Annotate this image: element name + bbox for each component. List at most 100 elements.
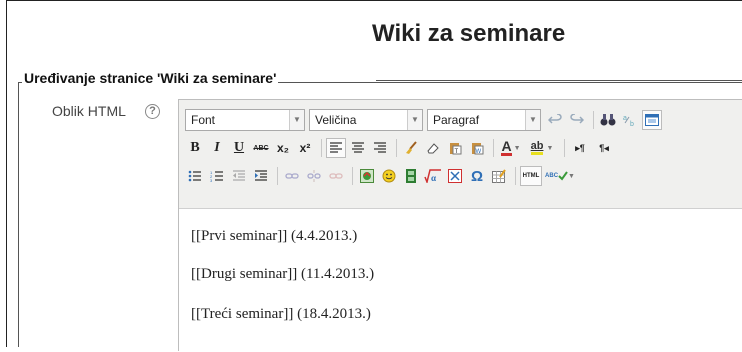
italic-button[interactable]: I <box>207 138 227 158</box>
indent-icon <box>255 170 267 181</box>
indent-button[interactable] <box>251 166 271 186</box>
emoticon-button[interactable] <box>379 166 399 186</box>
chevron-down-icon: ▼ <box>568 172 575 180</box>
chevron-down-icon: ▼ <box>546 144 554 152</box>
anchor-button[interactable] <box>326 166 346 186</box>
toolbar-separator <box>493 139 494 157</box>
paste-text-button[interactable]: T <box>445 138 465 158</box>
bullet-list-button[interactable] <box>185 166 205 186</box>
eraser-icon <box>427 143 439 154</box>
toolbar-row-2: B I U ABC x₂ x² T W A ▼ ab ▼ ▸¶ ¶◂ <box>185 136 617 160</box>
bold-button[interactable]: B <box>185 138 205 158</box>
checkmark-icon <box>558 171 568 181</box>
nonbreaking-button[interactable] <box>445 166 465 186</box>
insert-image-button[interactable] <box>357 166 377 186</box>
unlink-button[interactable] <box>304 166 324 186</box>
chevron-down-icon: ▼ <box>525 110 540 130</box>
replace-button[interactable]: ab <box>620 110 640 130</box>
undo-icon <box>548 114 562 124</box>
svg-text:α: α <box>431 173 436 183</box>
format-select[interactable]: Paragraf ▼ <box>427 109 541 131</box>
toolbar-row-3: 123 α Ω HTML ABC ▼ <box>185 164 578 188</box>
align-right-icon <box>374 142 386 153</box>
svg-text:W: W <box>476 149 482 155</box>
page-title: Wiki za seminare <box>372 20 566 47</box>
table-edit-icon <box>492 169 506 183</box>
toolbar-separator <box>277 167 278 185</box>
editor-content-area[interactable]: [[Prvi seminar]] (4.4.2013.) [[Drugi sem… <box>179 208 742 352</box>
html-source-button[interactable]: HTML <box>520 166 542 186</box>
ltr-button[interactable]: ▸¶ <box>569 138 591 158</box>
font-select-value: Font <box>191 113 216 127</box>
insert-link-button[interactable] <box>282 166 302 186</box>
rtl-button[interactable]: ¶◂ <box>593 138 615 158</box>
paste-word-button[interactable]: W <box>467 138 487 158</box>
find-button[interactable] <box>598 110 618 130</box>
clipboard-icon: T <box>450 143 462 155</box>
unlink-icon <box>307 170 321 182</box>
content-line[interactable]: [[Prvi seminar]] (4.4.2013.) <box>191 228 357 245</box>
font-select[interactable]: Font ▼ <box>185 109 305 131</box>
align-center-button[interactable] <box>348 138 368 158</box>
font-color-icon: A <box>501 138 512 156</box>
insert-media-button[interactable] <box>401 166 421 186</box>
equation-icon: α <box>424 169 441 183</box>
align-left-icon <box>330 142 342 153</box>
undo-button[interactable] <box>545 110 565 130</box>
svg-text:3: 3 <box>210 178 213 182</box>
nonbreaking-icon <box>448 169 462 183</box>
replace-icon: ab <box>623 115 634 127</box>
outdent-icon <box>233 170 245 181</box>
chevron-down-icon: ▼ <box>289 110 304 130</box>
clipboard-word-icon: W <box>472 143 484 155</box>
underline-button[interactable]: U <box>229 138 249 158</box>
numbered-list-button[interactable]: 123 <box>207 166 227 186</box>
field-label: Oblik HTML <box>52 103 126 119</box>
bullet-list-icon <box>188 170 201 182</box>
strikethrough-button[interactable]: ABC <box>251 138 271 158</box>
toolbar-separator <box>396 139 397 157</box>
subscript-button[interactable]: x₂ <box>273 138 293 158</box>
smiley-icon <box>382 169 396 183</box>
svg-text:b: b <box>630 121 634 127</box>
editor-toolbar: Font ▼ Veličina ▼ Paragraf ▼ ab B I U AB… <box>179 100 742 208</box>
chevron-down-icon: ▼ <box>407 110 422 130</box>
redo-button[interactable] <box>567 110 587 130</box>
align-center-icon <box>352 142 364 153</box>
anchor-icon <box>329 173 343 179</box>
window-icon <box>645 114 659 126</box>
highlight-icon: ab <box>530 141 544 155</box>
special-char-button[interactable]: Ω <box>467 166 487 186</box>
broom-icon <box>406 141 417 154</box>
format-select-value: Paragraf <box>433 113 480 127</box>
insert-equation-button[interactable]: α <box>423 166 443 186</box>
image-icon <box>360 169 374 183</box>
size-select[interactable]: Veličina ▼ <box>309 109 423 131</box>
spellcheck-button[interactable]: ABC ▼ <box>544 166 576 186</box>
highlight-color-button[interactable]: ab ▼ <box>526 138 558 158</box>
binoculars-icon <box>600 114 616 126</box>
fieldset-legend: Uređivanje stranice 'Wiki za seminare' <box>22 70 279 86</box>
align-left-button[interactable] <box>326 138 346 158</box>
superscript-button[interactable]: x² <box>295 138 315 158</box>
fullscreen-button[interactable] <box>642 110 662 130</box>
size-select-value: Veličina <box>315 113 357 127</box>
outdent-button[interactable] <box>229 166 249 186</box>
cleanup-button[interactable] <box>401 138 421 158</box>
redo-icon <box>570 114 584 124</box>
chevron-down-icon: ▼ <box>513 144 521 152</box>
toolbar-separator <box>321 139 322 157</box>
toolbar-separator <box>593 111 594 129</box>
remove-format-button[interactable] <box>423 138 443 158</box>
align-right-button[interactable] <box>370 138 390 158</box>
font-color-button[interactable]: A ▼ <box>498 138 524 158</box>
help-icon[interactable]: ? <box>145 104 160 119</box>
numbered-list-icon: 123 <box>210 170 223 182</box>
insert-table-button[interactable] <box>489 166 509 186</box>
link-icon <box>285 173 299 179</box>
content-line[interactable]: [[Drugi seminar]] (11.4.2013.) <box>191 266 374 283</box>
film-icon <box>406 169 416 183</box>
toolbar-separator <box>352 167 353 185</box>
toolbar-row-1: Font ▼ Veličina ▼ Paragraf ▼ ab <box>185 108 664 132</box>
content-line[interactable]: [[Treći seminar]] (18.4.2013.) <box>191 306 371 323</box>
